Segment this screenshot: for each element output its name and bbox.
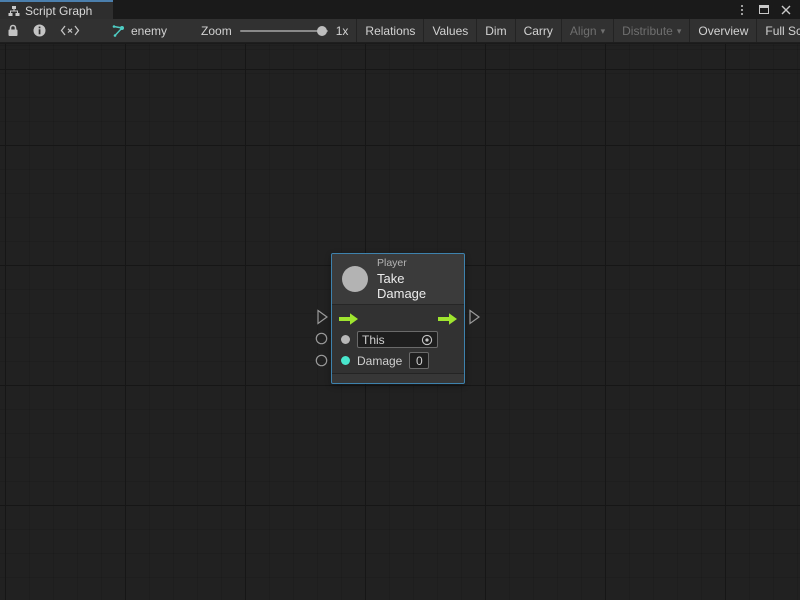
code-brackets-icon: [60, 25, 80, 36]
relations-button[interactable]: Relations: [356, 19, 423, 42]
graph-name: enemy: [131, 24, 167, 38]
dim-button[interactable]: Dim: [476, 19, 514, 42]
graph-icon: [111, 24, 125, 38]
take-damage-node[interactable]: Player Take Damage This: [331, 253, 465, 384]
chevron-down-icon: ▾: [677, 26, 682, 37]
zoom-slider[interactable]: [240, 30, 328, 32]
hierarchy-icon: [8, 5, 20, 17]
node-subtitle: Player: [377, 257, 454, 269]
graph-canvas[interactable]: Player Take Damage This: [0, 44, 800, 600]
this-port-dot-icon[interactable]: [341, 335, 350, 344]
window-controls: [734, 0, 800, 19]
damage-port-row: Damage 0: [338, 350, 458, 371]
object-picker-icon[interactable]: [421, 334, 433, 346]
full-screen-button[interactable]: Full Screen: [756, 19, 800, 42]
script-graph-window: Script Graph: [0, 0, 800, 600]
node-footer: [332, 373, 464, 383]
kebab-menu-icon[interactable]: [734, 3, 750, 17]
exec-ports-row: [338, 309, 458, 329]
zoom-control: Zoom 1x: [201, 19, 356, 42]
damage-port-label: Damage: [357, 354, 402, 368]
graph-breadcrumb[interactable]: enemy: [103, 19, 175, 42]
maximize-icon[interactable]: [756, 3, 772, 17]
zoom-slider-handle[interactable]: [317, 26, 327, 36]
tab-label: Script Graph: [25, 4, 92, 18]
zoom-label: Zoom: [201, 24, 232, 38]
close-icon[interactable]: [778, 3, 794, 17]
exec-output-connector-icon[interactable]: [468, 309, 481, 325]
this-object-field[interactable]: This: [357, 331, 438, 348]
this-port-row: This: [338, 329, 458, 350]
info-button[interactable]: [26, 19, 53, 42]
titlebar: Script Graph: [0, 0, 800, 19]
damage-value-field[interactable]: 0: [409, 352, 429, 369]
node-body: This Damage 0: [332, 305, 464, 373]
this-input-connector-icon[interactable]: [315, 332, 328, 345]
carry-button[interactable]: Carry: [515, 19, 561, 42]
tab-script-graph[interactable]: Script Graph: [0, 0, 113, 19]
info-icon: [33, 24, 46, 37]
exec-output-arrow-icon[interactable]: [437, 312, 458, 326]
damage-input-connector-icon[interactable]: [315, 354, 328, 367]
overview-button[interactable]: Overview: [689, 19, 756, 42]
lock-button[interactable]: [0, 19, 26, 42]
code-view-button[interactable]: [53, 19, 87, 42]
align-dropdown[interactable]: Align ▾: [561, 19, 613, 42]
lock-icon: [7, 24, 19, 37]
chevron-down-icon: ▾: [601, 26, 606, 37]
distribute-dropdown[interactable]: Distribute ▾: [613, 19, 689, 42]
player-script-icon: [342, 266, 368, 292]
zoom-value: 1x: [336, 24, 349, 38]
toolbar: enemy Zoom 1x Relations Values Dim Carry: [0, 19, 800, 43]
damage-port-dot-icon[interactable]: [341, 356, 350, 365]
toolbar-buttons: Relations Values Dim Carry Align ▾ Distr…: [356, 19, 800, 42]
exec-input-arrow-icon[interactable]: [338, 312, 359, 326]
exec-input-connector-icon[interactable]: [316, 309, 329, 325]
node-title: Take Damage: [377, 271, 454, 301]
values-button[interactable]: Values: [423, 19, 476, 42]
node-header[interactable]: Player Take Damage: [332, 254, 464, 305]
